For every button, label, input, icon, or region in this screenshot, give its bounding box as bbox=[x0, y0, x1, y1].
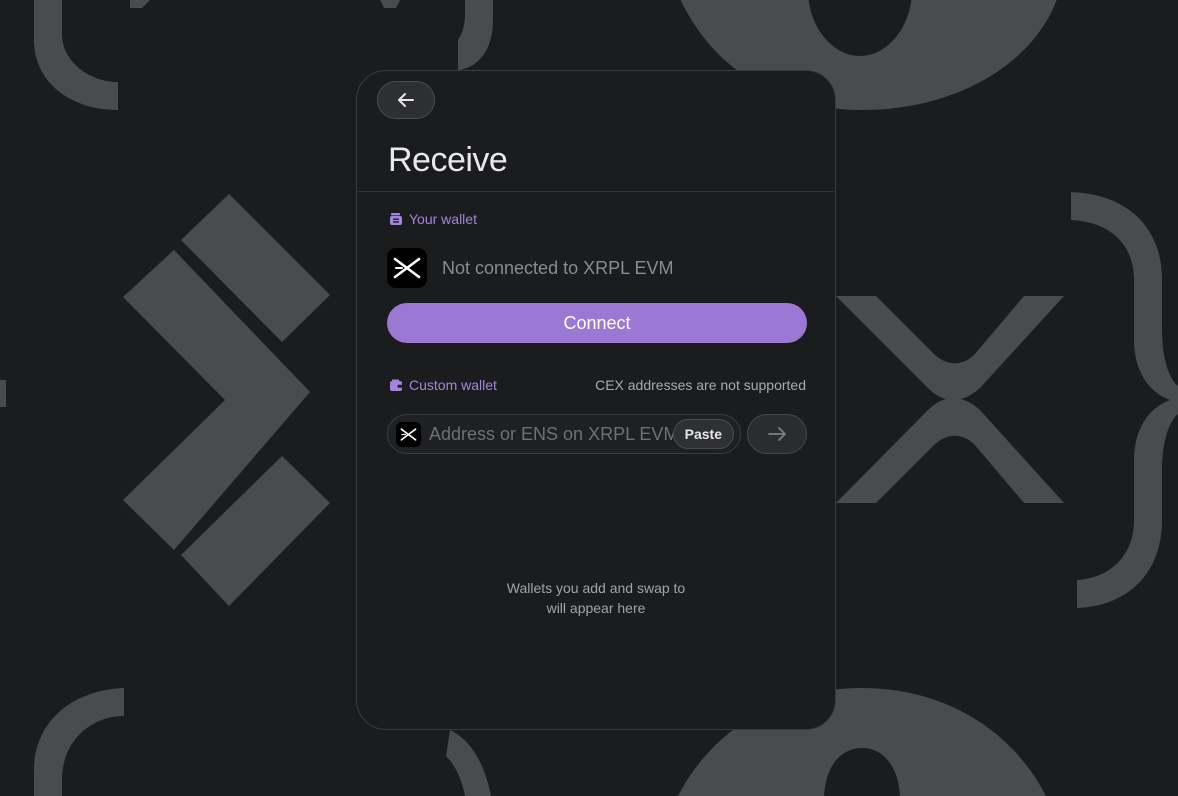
back-button[interactable] bbox=[377, 81, 435, 119]
empty-state-line-2: will appear here bbox=[546, 600, 646, 616]
cex-warning-note: CEX addresses are not supported bbox=[595, 377, 806, 393]
wallet-icon bbox=[390, 379, 402, 391]
brace-shape bbox=[34, 688, 124, 796]
connect-button[interactable]: Connect bbox=[387, 303, 807, 343]
your-wallet-section-label: Your wallet bbox=[389, 211, 477, 227]
paste-button[interactable]: Paste bbox=[672, 419, 734, 449]
empty-wallets-message: Wallets you add and swap to will appear … bbox=[357, 578, 835, 618]
x-arm-shape bbox=[836, 398, 1064, 503]
connected-wallet-row: Not connected to XRPL EVM bbox=[387, 248, 673, 288]
xrpl-evm-logo bbox=[387, 248, 427, 288]
header-divider bbox=[357, 191, 835, 192]
submit-address-button[interactable] bbox=[747, 414, 807, 454]
your-wallet-label: Your wallet bbox=[409, 211, 477, 227]
brace-shape bbox=[458, 0, 493, 70]
address-input-container[interactable]: Paste bbox=[387, 414, 741, 454]
arrow-left-icon bbox=[398, 93, 414, 107]
address-input[interactable] bbox=[429, 423, 673, 445]
xrpl-evm-logo bbox=[396, 421, 421, 447]
brace-shape bbox=[1071, 192, 1178, 608]
empty-state-line-1: Wallets you add and swap to bbox=[506, 580, 686, 596]
custom-wallet-section-label: Custom wallet bbox=[389, 377, 497, 393]
x-fragment-shape bbox=[0, 380, 6, 407]
x-fragment-shape bbox=[130, 0, 150, 8]
brace-shape bbox=[34, 0, 118, 110]
page-title: Receive bbox=[388, 141, 508, 179]
x-arm-shape bbox=[836, 296, 1064, 400]
wallet-status-text: Not connected to XRPL EVM bbox=[442, 257, 674, 278]
x-fragment-shape bbox=[380, 0, 400, 8]
xrpl-evm-logo-icon bbox=[393, 257, 421, 279]
custom-wallet-label: Custom wallet bbox=[409, 377, 497, 393]
wallet-icon bbox=[390, 213, 402, 225]
receive-panel: Receive Your wallet Not connected to XRP… bbox=[356, 70, 836, 730]
brace-shape bbox=[446, 730, 492, 796]
xrpl-evm-logo-icon bbox=[400, 427, 417, 441]
arrow-right-icon bbox=[768, 427, 786, 441]
